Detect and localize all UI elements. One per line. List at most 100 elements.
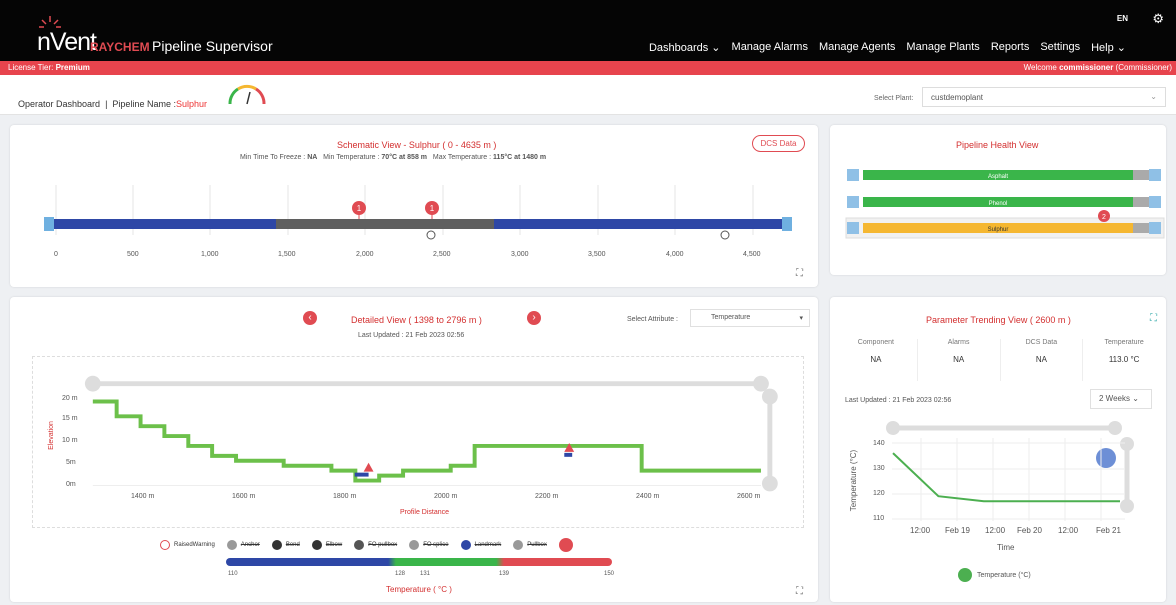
svg-text:1: 1	[357, 204, 362, 213]
legend-label: FO pullbox	[368, 542, 398, 548]
x-tick-label: 1400 m	[131, 493, 155, 500]
license-tier: Premium	[55, 63, 90, 72]
bend-icon	[271, 540, 282, 550]
max-temp-value: 115°C at 1480 m	[493, 154, 547, 161]
health-bar-label: Asphalt	[988, 174, 1008, 180]
attribute-select[interactable]: Temperature ▾	[690, 309, 810, 327]
legend-label: Pullbox	[527, 542, 547, 548]
elbow-icon	[311, 540, 322, 550]
health-bar-sulphur[interactable]: Sulphur 2	[845, 210, 1165, 239]
legend-landmark[interactable]: Landmark	[460, 540, 502, 550]
y-tick-label: 0m	[66, 481, 76, 488]
scale-tick: 128	[395, 571, 406, 577]
raised-warning-marker[interactable]	[363, 462, 374, 472]
select-plant-label: Select Plant:	[874, 95, 914, 102]
legend-label: Temperature (°C)	[977, 571, 1031, 579]
trend-vertical-handle[interactable]	[1120, 499, 1134, 513]
next-arrow-icon[interactable]: ›	[527, 311, 541, 325]
scale-tick: 110	[228, 571, 238, 577]
language-selector[interactable]: EN	[1117, 14, 1128, 23]
chevron-down-icon: ⌄	[1132, 394, 1139, 403]
health-bar-phenol[interactable]: Phenol	[847, 196, 1161, 208]
zoom-handle-right[interactable]	[753, 375, 769, 392]
nav-manage-agents[interactable]: Manage Agents	[819, 41, 895, 54]
nav-dashboards[interactable]: Dashboards ⌄	[649, 41, 721, 54]
nav-help[interactable]: Help ⌄	[1091, 41, 1126, 54]
x-tick-label: 1600 m	[232, 493, 256, 500]
trend-zoom-handle-right[interactable]	[1108, 421, 1122, 435]
vertical-handle-bottom[interactable]	[761, 475, 778, 492]
vertical-handle-top[interactable]	[761, 388, 778, 405]
nav-reports[interactable]: Reports	[991, 41, 1030, 54]
legend-label: Landmark	[474, 542, 502, 548]
alarm-marker[interactable]: 1	[352, 201, 366, 219]
legend-fo-splice[interactable]: FO splice	[409, 540, 449, 550]
y-tick-label: 110	[873, 515, 885, 522]
scale-tick: 150	[604, 571, 615, 577]
tick-label: 1,500	[278, 251, 296, 258]
user-name[interactable]: commissioner	[1059, 63, 1113, 72]
warning-icon	[160, 540, 170, 550]
legend-elbow[interactable]: Elbow	[311, 540, 342, 550]
x-tick-label: 12:00	[1058, 526, 1079, 535]
nav-settings[interactable]: Settings	[1040, 41, 1080, 54]
health-title: Pipeline Health View	[956, 140, 1039, 150]
main-nav: Dashboards ⌄ Manage Alarms Manage Agents…	[649, 41, 1126, 54]
legend-fo-pullbox[interactable]: FO pullbox	[354, 540, 397, 550]
summary-head: Temperature	[1104, 339, 1144, 346]
x-tick-label: 1800 m	[333, 493, 357, 500]
summary-cell: DCS Data NA	[1001, 339, 1084, 381]
tick-label: 4,500	[743, 251, 761, 258]
legend-raised-warning[interactable]: RaisedWarning	[160, 540, 215, 550]
trend-y-label: Temperature (°C)	[849, 449, 859, 512]
trend-vertical-handle[interactable]	[1120, 437, 1134, 451]
nav-manage-plants[interactable]: Manage Plants	[906, 41, 979, 54]
expand-icon[interactable]: ⛶	[1150, 313, 1157, 324]
settings-gear-icon[interactable]: ⚙	[1152, 11, 1164, 27]
legend-anchor[interactable]: Anchor	[226, 540, 260, 550]
min-temp-label: Min Temperature :	[323, 154, 380, 161]
trend-legend[interactable]: Temperature (°C)	[958, 568, 1031, 582]
product-title: Pipeline Supervisor	[152, 38, 273, 54]
dcs-data-button[interactable]: DCS Data	[752, 135, 805, 152]
elevation-y-label: Elevation	[47, 421, 55, 450]
legend-next-icon[interactable]	[558, 538, 573, 552]
zoom-handle-left[interactable]	[84, 375, 101, 392]
trend-zoom-handle-left[interactable]	[886, 421, 900, 435]
nav-manage-alarms[interactable]: Manage Alarms	[732, 41, 808, 54]
elevation-x-label: Profile Distance	[400, 509, 450, 516]
legend-bend[interactable]: Bend	[271, 540, 300, 550]
summary-value: 113.0 °C	[1108, 355, 1140, 364]
legend-label: RaisedWarning	[174, 542, 215, 548]
elevation-chart	[32, 356, 804, 528]
plant-select[interactable]: custdemoplant ⌄	[922, 87, 1166, 107]
health-bar-label: Sulphur	[988, 227, 1009, 233]
legend-pullbox[interactable]: Pullbox	[513, 540, 547, 550]
pullbox-icon	[513, 540, 524, 550]
expand-icon[interactable]: ⛶	[796, 586, 803, 597]
prev-arrow-icon[interactable]: ‹	[303, 311, 317, 325]
alarm-marker[interactable]: 1	[425, 201, 439, 219]
pipe-right-flange	[782, 217, 792, 231]
tick-label: 0	[54, 251, 58, 258]
breadcrumb-dashboard[interactable]: Operator Dashboard	[18, 99, 100, 109]
health-bars: Asphalt Phenol Sulphur 2	[845, 169, 1165, 239]
brand-name: nVent	[37, 28, 97, 56]
schematic-pipeline: 1 1	[44, 185, 792, 240]
x-tick-label: Feb 19	[945, 526, 970, 535]
min-temp-value: 70°C at 858 m	[381, 154, 428, 161]
expand-icon[interactable]: ⛶	[796, 268, 803, 279]
scale-tick: 139	[499, 571, 510, 577]
x-tick-label: Feb 21	[1096, 526, 1121, 535]
max-temp-label: Max Temperature :	[432, 154, 492, 161]
range-select[interactable]: 2 Weeks ⌄	[1090, 389, 1152, 409]
scale-tick: 131	[420, 571, 431, 577]
welcome-label: Welcome	[1023, 63, 1057, 72]
fo-pullbox-icon	[354, 540, 365, 550]
summary-value: NA	[953, 355, 965, 364]
health-bar-asphalt[interactable]: Asphalt	[847, 169, 1161, 181]
trend-pan-handle[interactable]	[1096, 448, 1116, 468]
x-tick-label: 2400 m	[636, 493, 660, 500]
schematic-stats: Min Time To Freeze : NA Min Temperature …	[240, 154, 546, 161]
component-legend: RaisedWarning Anchor Bend Elbow FO pullb…	[160, 538, 573, 552]
